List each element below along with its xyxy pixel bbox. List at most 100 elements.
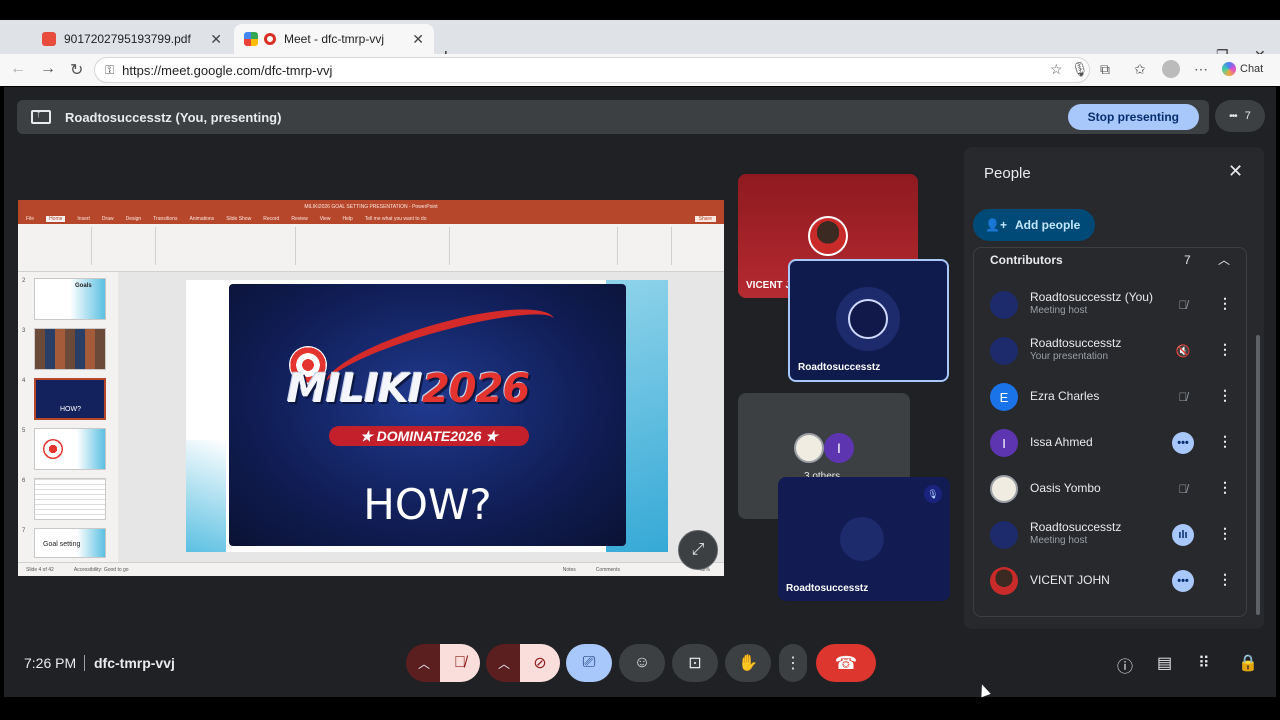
volume-off-icon[interactable]: 🔇 xyxy=(1172,340,1194,362)
mic-off-icon[interactable]: 🎙̸ xyxy=(1172,386,1194,408)
reload-icon[interactable]: ↻ xyxy=(70,60,83,80)
captions-button[interactable]: ⊡ xyxy=(672,644,718,682)
more-options-button[interactable]: ⋮ xyxy=(779,644,807,682)
slide-thumb-selected: HOW? xyxy=(34,378,106,420)
stop-presenting-button[interactable]: Stop presenting xyxy=(1067,104,1199,130)
person-role: Meeting host xyxy=(1030,305,1088,316)
add-people-button[interactable]: 👤+ Add people xyxy=(973,209,1095,241)
fullscreen-expand-button[interactable]: ⤢ xyxy=(678,530,718,570)
mouse-cursor xyxy=(977,682,991,698)
close-tab-icon[interactable]: ✕ xyxy=(210,31,222,48)
person-name: VICENT JOHN xyxy=(1030,573,1110,587)
close-icon[interactable]: ✕ xyxy=(1228,161,1243,182)
camera-off-button[interactable]: ⊘ xyxy=(520,644,560,682)
emoji-reaction-button[interactable]: ☺ xyxy=(619,644,665,682)
ppt-menu-insert: Insert xyxy=(77,215,90,222)
person-avatar xyxy=(990,567,1018,595)
ppt-status-bar: Slide 4 of 42 Accessibility: Good to go … xyxy=(18,562,724,576)
more-options-icon[interactable]: ⋮ xyxy=(1218,341,1232,358)
mic-off-button[interactable]: 🎙̸ xyxy=(440,644,480,682)
end-call-button[interactable]: ☎ xyxy=(816,644,876,682)
person-name: Roadtosuccesstz xyxy=(1030,520,1122,534)
close-tab-icon[interactable]: ✕ xyxy=(412,31,424,48)
ppt-menu-view: View xyxy=(319,215,331,222)
person-row[interactable]: Roadtosuccesstz Meeting host ılı ⋮ xyxy=(974,512,1246,558)
more-options-icon[interactable]: ⋮ xyxy=(1218,525,1232,542)
copilot-chat-button[interactable]: Chat xyxy=(1222,62,1263,76)
chat-icon[interactable]: ▤ xyxy=(1157,653,1172,673)
roadtosuccess-avatar xyxy=(990,337,1018,365)
person-row[interactable]: VICENT JOHN ••• ⋮ xyxy=(974,558,1246,604)
back-icon[interactable]: ← xyxy=(10,60,26,78)
ppt-menu-file: File xyxy=(26,215,35,222)
more-options-icon[interactable]: ⋮ xyxy=(1218,387,1232,404)
audio-active-icon[interactable]: ••• xyxy=(1172,432,1194,454)
participant-tile[interactable]: 🎙 Roadtosuccesstz xyxy=(778,477,950,601)
person-row[interactable]: Oasis Yombo 🎙̸ ⋮ xyxy=(974,466,1246,512)
slide-thumb xyxy=(34,428,106,470)
ppt-menu-review: Review xyxy=(291,215,308,222)
ppt-window-title: MILIKI2026 GOAL SETTING PRESENTATION - P… xyxy=(304,203,438,210)
divider xyxy=(84,655,85,671)
mic-off-icon: 🎙 xyxy=(924,485,942,503)
host-controls-icon[interactable]: 🔒 xyxy=(1238,653,1258,673)
tab-meet-label: Meet - dfc-tmrp-vvj xyxy=(284,32,385,46)
audio-options-chevron[interactable]: ︿ xyxy=(406,644,442,682)
slide-title: MILIKI2026 xyxy=(287,366,530,412)
more-options-icon[interactable]: ⋮ xyxy=(1218,571,1232,588)
mic-off-icon[interactable]: 🎙̸ xyxy=(1172,478,1194,500)
person-name: Oasis Yombo xyxy=(1030,481,1101,495)
clock: 7:26 PM xyxy=(24,655,77,671)
speaking-icon[interactable]: ılı xyxy=(1172,524,1194,546)
ppt-menu-tellme: Tell me what you want to do xyxy=(364,215,427,222)
ribbon-clipboard xyxy=(22,227,92,265)
person-row[interactable]: Roadtosuccesstz (You) Meeting host 🎙̸ ⋮ xyxy=(974,282,1246,328)
favorites-icon[interactable]: ✩ xyxy=(1134,61,1146,78)
browser-menu-icon[interactable]: ⋯ xyxy=(1194,61,1208,78)
person-row[interactable]: Roadtosuccesstz Your presentation 🔇 ⋮ xyxy=(974,328,1246,374)
participant-name: Roadtosuccesstz xyxy=(798,362,881,373)
slide-thumb xyxy=(34,478,106,520)
presenting-banner: Roadtosuccesstz (You, presenting) Stop p… xyxy=(17,100,1209,134)
raise-hand-button[interactable]: ✋ xyxy=(725,644,771,682)
chat-label: Chat xyxy=(1240,63,1264,75)
more-options-icon[interactable]: ⋮ xyxy=(1218,295,1232,312)
participants-pill[interactable]: ••• 7 xyxy=(1215,100,1265,132)
profile-avatar[interactable] xyxy=(1162,60,1180,78)
mic-off-icon[interactable]: 🎙̸ xyxy=(1172,294,1194,316)
favorite-star-icon[interactable]: ☆ xyxy=(1050,61,1063,78)
microphone-icon[interactable]: 🎙 xyxy=(1071,61,1089,78)
meeting-details-icon[interactable]: ⓘ xyxy=(1117,653,1133,677)
ppt-menu-slideshow: Slide Show xyxy=(226,215,252,222)
person-name: Roadtosuccesstz (You) xyxy=(1030,290,1153,304)
tab-pdf[interactable]: 9017202795193799.pdf ✕ xyxy=(32,24,232,54)
extensions-icon[interactable]: ⧉ xyxy=(1100,61,1110,78)
slide-thumb: Goal setting xyxy=(34,528,106,558)
activities-icon[interactable]: ⠿ xyxy=(1198,653,1210,673)
slide-title-main: MILIKI xyxy=(287,366,423,412)
person-row[interactable]: I Issa Ahmed ••• ⋮ xyxy=(974,420,1246,466)
people-scrollbar[interactable] xyxy=(1256,335,1260,615)
address-bar[interactable]: ⚿ https://meet.google.com/dfc-tmrp-vvj xyxy=(94,57,1090,83)
tab-meet[interactable]: Meet - dfc-tmrp-vvj ✕ xyxy=(234,24,434,54)
chevron-up-icon[interactable]: ︿ xyxy=(1218,251,1230,268)
browser-tab-strip: ⌄ 9017202795193799.pdf ✕ Meet - dfc-tmrp… xyxy=(0,20,1280,68)
thumb-number: 4 xyxy=(22,378,26,384)
recording-icon xyxy=(264,33,276,45)
site-info-icon[interactable]: ⚿ xyxy=(105,63,114,78)
ribbon-editing xyxy=(622,227,672,265)
ppt-menu-design: Design xyxy=(125,215,142,222)
person-row[interactable]: E Ezra Charles 🎙̸ ⋮ xyxy=(974,374,1246,420)
audio-active-icon[interactable]: ••• xyxy=(1172,570,1194,592)
participant-avatar xyxy=(794,433,824,463)
present-now-button[interactable]: ⎚ xyxy=(566,644,612,682)
more-options-icon[interactable]: ⋮ xyxy=(1218,479,1232,496)
thumb-number: 3 xyxy=(22,328,26,334)
roadtosuccess-logo xyxy=(840,517,884,561)
participant-tile-active[interactable]: Roadtosuccesstz xyxy=(788,259,949,382)
forward-icon[interactable]: → xyxy=(40,60,56,78)
more-options-icon[interactable]: ⋮ xyxy=(1218,433,1232,450)
person-name: Ezra Charles xyxy=(1030,389,1100,403)
thumb-text: Goal setting xyxy=(43,541,81,548)
video-options-chevron[interactable]: ︿ xyxy=(486,644,522,682)
